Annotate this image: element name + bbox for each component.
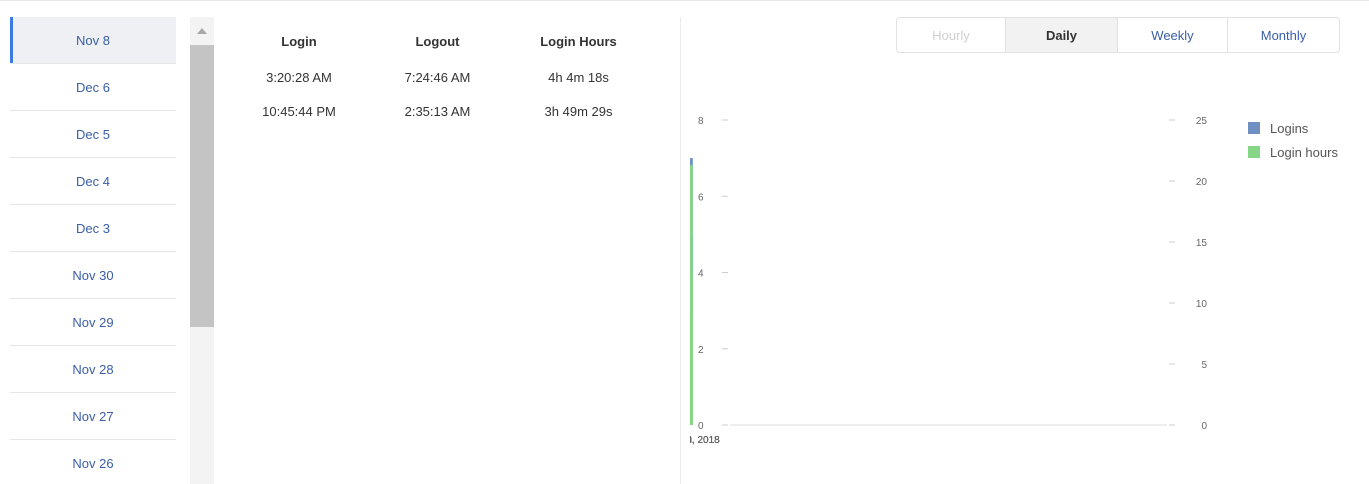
tab-weekly[interactable]: Weekly bbox=[1117, 18, 1227, 52]
chart-legend: Logins Login hours bbox=[1248, 118, 1338, 178]
scroll-up-arrow-icon[interactable] bbox=[190, 17, 214, 45]
logout-time-cell: 2:35:13 AM bbox=[404, 103, 471, 119]
date-list: Nov 8 Dec 6 Dec 5 Dec 4 Dec 3 Nov 30 Nov 29 Nov… bbox=[10, 17, 176, 484]
login-hours-swatch bbox=[1248, 146, 1260, 158]
y-left-tick-label: 0 bbox=[698, 421, 704, 432]
login-hours-bar bbox=[690, 328, 693, 425]
date-list-item[interactable]: Nov 29 bbox=[10, 299, 176, 346]
date-list-scrollbar[interactable] bbox=[190, 17, 214, 484]
table-row: 3:20:28 AM 7:24:46 AM 4h 4m 18s bbox=[230, 60, 650, 94]
sessions-table: Login Logout Login Hours 3:20:28 AM 7:24… bbox=[230, 22, 650, 128]
date-list-item[interactable]: Nov 28 bbox=[10, 346, 176, 393]
date-list-item[interactable]: Dec 6 bbox=[10, 64, 176, 111]
y-left-tick-label: 4 bbox=[698, 269, 704, 280]
scroll-thumb[interactable] bbox=[190, 45, 214, 327]
y-right-tick-label: 25 bbox=[1196, 116, 1208, 127]
login-hours-cell: 4h 4m 18s bbox=[548, 69, 609, 85]
date-list-item[interactable]: Nov 26 bbox=[10, 440, 176, 484]
tab-hourly[interactable]: Hourly bbox=[897, 18, 1005, 52]
date-list-item[interactable]: Dec 5 bbox=[10, 111, 176, 158]
tab-daily[interactable]: Daily bbox=[1005, 18, 1117, 52]
logout-time-cell: 7:24:46 AM bbox=[404, 69, 471, 85]
login-hours-column-header: Login Hours bbox=[540, 33, 617, 49]
y-left-tick-label: 6 bbox=[698, 192, 704, 203]
y-right-tick-label: 10 bbox=[1196, 299, 1208, 310]
y-right-tick-label: 20 bbox=[1196, 177, 1208, 188]
date-list-item[interactable]: Nov 27 bbox=[10, 393, 176, 440]
date-list-item[interactable]: Nov 30 bbox=[10, 252, 176, 299]
login-time-cell: 10:45:44 PM bbox=[262, 103, 336, 119]
y-left-tick-label: 8 bbox=[698, 116, 704, 127]
tab-monthly[interactable]: Monthly bbox=[1227, 18, 1339, 52]
panel-divider bbox=[680, 17, 681, 484]
date-list-item[interactable]: Dec 3 bbox=[10, 205, 176, 252]
table-row: 10:45:44 PM 2:35:13 AM 3h 49m 29s bbox=[230, 94, 650, 128]
top-divider bbox=[0, 0, 1369, 1]
login-time-cell: 3:20:28 AM bbox=[266, 69, 332, 85]
period-tabs: Hourly Daily Weekly Monthly bbox=[896, 17, 1340, 53]
login-column-header: Login bbox=[281, 33, 317, 49]
y-right-tick-label: 15 bbox=[1196, 238, 1208, 249]
x-tick-label: Dec 02, 2018 bbox=[690, 435, 720, 446]
legend-item-logins[interactable]: Logins bbox=[1248, 118, 1338, 138]
logout-column-header: Logout bbox=[415, 33, 460, 49]
y-left-tick-label: 2 bbox=[698, 345, 704, 356]
sessions-header-row: Login Logout Login Hours bbox=[230, 22, 650, 60]
date-list-item[interactable]: Dec 4 bbox=[10, 158, 176, 205]
logins-chart: 024680510152025Nov 08, 2018Nov 14, 2018N… bbox=[690, 116, 1208, 446]
login-hours-cell: 3h 49m 29s bbox=[544, 103, 613, 119]
legend-label-logins: Logins bbox=[1270, 120, 1309, 136]
legend-item-login-hours[interactable]: Login hours bbox=[1248, 142, 1338, 162]
legend-label-login-hours: Login hours bbox=[1270, 144, 1338, 160]
logins-swatch bbox=[1248, 122, 1260, 134]
y-right-tick-label: 5 bbox=[1201, 360, 1207, 371]
date-list-item[interactable]: Nov 8 bbox=[10, 17, 176, 64]
y-right-tick-label: 0 bbox=[1201, 421, 1207, 432]
